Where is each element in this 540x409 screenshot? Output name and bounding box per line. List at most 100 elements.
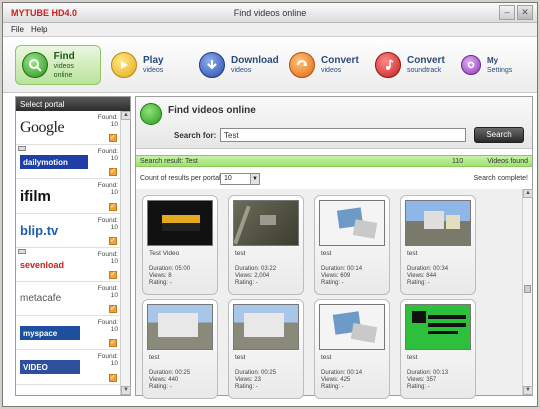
checkbox-icon[interactable]: ✓ (109, 339, 117, 348)
video-rating: Rating: - (321, 384, 344, 390)
close-button[interactable]: ✕ (517, 5, 533, 20)
portal-item-sevenload[interactable]: sevenload Found: 10 ✓ (16, 247, 120, 282)
portal-item-myspace[interactable]: myspace Found: 10 ✓ (16, 316, 120, 351)
tool-convert-videos[interactable]: Convert videos (289, 45, 359, 85)
portal-name: blip.tv (20, 223, 59, 239)
tool-play-videos[interactable]: Play videos (111, 45, 164, 85)
ifilm-logo: ifilm (20, 187, 90, 205)
portal-item-yahoo-video[interactable]: VIDEO Found: 10 ✓ (16, 350, 120, 385)
window-title: Find videos online (233, 8, 307, 18)
portal-item-bliptv[interactable]: blip.tv Found: 10 ✓ (16, 213, 120, 248)
video-card[interactable]: test Duration: 00:14 Views: 609 Rating: … (314, 195, 390, 295)
video-card[interactable]: test Duration: 00:34 Views: 844 Rating: … (400, 195, 476, 295)
scroll-up-icon[interactable]: ▲ (523, 189, 533, 198)
found-count: 10 (110, 360, 118, 368)
results-panel: Find videos online Search for: Search Se… (135, 96, 533, 399)
video-card[interactable]: Test Video Duration: 05:00 Views: 8 Rati… (142, 195, 218, 295)
result-bar: Search result: Test 110 Videos found (136, 155, 532, 167)
result-count: 110 (452, 158, 464, 165)
portal-name: ifilm (20, 187, 51, 205)
menu-bar: File Help (3, 23, 537, 37)
portal-name: VIDEO (23, 362, 48, 372)
found-count: 10 (110, 291, 118, 299)
sidebar-scrollbar[interactable]: ▲ ▼ (120, 111, 131, 395)
checkbox-icon[interactable]: ✓ (109, 134, 117, 143)
dailymotion-logo: dailymotion (20, 155, 88, 170)
video-card[interactable]: test Duration: 00:25 Views: 440 Rating: … (142, 299, 218, 399)
video-rating: Rating: - (149, 280, 172, 286)
result-label: Search result: Test (140, 158, 198, 165)
panel-title: Find videos online (168, 105, 256, 116)
sidebar-header: Select portal (16, 97, 130, 111)
title-bar: MYTUBE HD4.0 Find videos online – ✕ (3, 3, 537, 23)
tool-sublabel: soundtrack (407, 67, 442, 74)
yahoo-video-logo: VIDEO (20, 360, 80, 375)
tool-label: Download (231, 55, 279, 66)
tool-my-settings[interactable]: My Settings (461, 45, 512, 85)
video-title: test (407, 250, 418, 257)
scroll-thumb[interactable] (524, 285, 531, 293)
portal-item-dailymotion[interactable]: dailymotion Found: 10 ✓ (16, 145, 120, 180)
tag-icon (18, 248, 26, 254)
search-button[interactable]: Search (474, 127, 524, 143)
count-value: 10 (224, 175, 232, 182)
checkbox-icon[interactable]: ✓ (109, 270, 117, 279)
find-icon (22, 52, 48, 78)
menu-help[interactable]: Help (31, 25, 47, 34)
video-thumbnail (147, 200, 213, 246)
video-title: test (321, 250, 332, 257)
video-views: Views: 8 (149, 273, 172, 279)
video-card[interactable]: test Duration: 00:13 Views: 357 Rating: … (400, 299, 476, 399)
search-input[interactable] (220, 128, 466, 142)
found-label: Found: (97, 216, 118, 224)
video-title: test (235, 354, 246, 361)
video-views: Views: 23 (235, 377, 261, 383)
video-thumbnail (405, 200, 471, 246)
video-title: test (149, 354, 160, 361)
video-views: Views: 2,004 (235, 273, 270, 279)
video-duration: Duration: 00:14 (321, 370, 363, 376)
checkbox-icon[interactable]: ✓ (109, 202, 117, 211)
chevron-down-icon[interactable]: ▼ (250, 174, 259, 184)
tool-convert-soundtrack[interactable]: Convert soundtrack (375, 45, 445, 85)
video-title: Test Video (149, 250, 180, 257)
scroll-up-icon[interactable]: ▲ (121, 111, 131, 120)
tool-label: Play (143, 55, 164, 66)
found-count: 10 (110, 121, 118, 128)
video-views: Views: 425 (321, 377, 351, 383)
video-rating: Rating: - (235, 384, 258, 390)
video-card[interactable]: test Duration: 03:22 Views: 2,004 Rating… (228, 195, 304, 295)
tool-sublabel: videos online (53, 62, 74, 79)
found-label: Found: (97, 182, 118, 190)
count-select[interactable]: 10 ▼ (220, 173, 260, 185)
grid-scrollbar[interactable]: ▲ ▼ (522, 189, 533, 395)
video-rating: Rating: - (235, 280, 258, 286)
portal-item-metacafe[interactable]: metacafe Found: 10 ✓ (16, 281, 120, 317)
menu-file[interactable]: File (11, 25, 24, 34)
video-card[interactable]: test Duration: 00:14 Views: 425 Rating: … (314, 299, 390, 399)
checkbox-icon[interactable]: ✓ (109, 373, 117, 382)
portal-item-ifilm[interactable]: ifilm Found: 10 ✓ (16, 179, 120, 214)
checkbox-icon[interactable]: ✓ (109, 168, 117, 177)
video-grid: Test Video Duration: 05:00 Views: 8 Rati… (136, 189, 522, 399)
video-duration: Duration: 00:25 (149, 370, 191, 376)
video-rating: Rating: - (407, 280, 430, 286)
video-card[interactable]: test Duration: 00:25 Views: 23 Rating: - (228, 299, 304, 399)
minimize-button[interactable]: – (499, 5, 515, 20)
portal-name: sevenload (20, 259, 65, 270)
play-icon (111, 52, 137, 78)
checkbox-icon[interactable]: ✓ (109, 236, 117, 245)
portal-list: Google Found: 10 ✓ dailymotion Found: 10 ✓… (16, 111, 120, 385)
checkbox-icon[interactable]: ✓ (109, 305, 117, 314)
found-label: Found: (97, 148, 118, 156)
portal-item-google[interactable]: Google Found: 10 ✓ (16, 111, 120, 146)
tool-download-videos[interactable]: Download videos (199, 45, 279, 85)
video-rating: Rating: - (321, 280, 344, 286)
video-duration: Duration: 00:13 (407, 370, 449, 376)
count-row: Count of results per portal: 10 ▼ Search… (136, 171, 532, 187)
portal-name: metacafe (20, 293, 62, 305)
scroll-down-icon[interactable]: ▼ (121, 386, 131, 395)
tool-find-videos[interactable]: Find videos online (15, 45, 101, 85)
tool-label: Convert (321, 55, 359, 66)
scroll-down-icon[interactable]: ▼ (523, 386, 533, 395)
